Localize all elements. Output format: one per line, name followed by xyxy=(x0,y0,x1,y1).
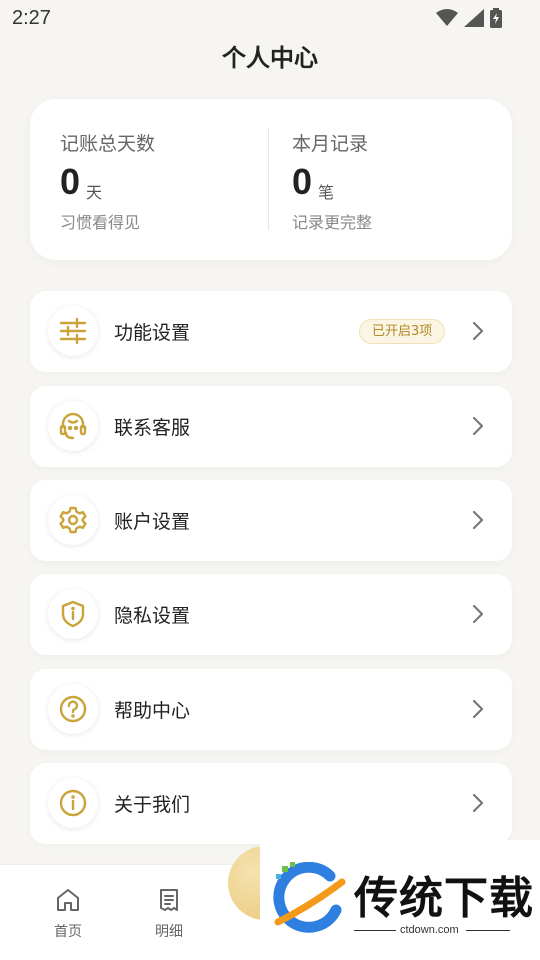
stats-card: 记账总天数 0 天 习惯看得见 本月记录 0 笔 记录更完整 xyxy=(30,99,512,260)
chevron-right-icon xyxy=(472,793,484,813)
wifi-icon xyxy=(436,9,458,26)
menu-label: 功能设置 xyxy=(114,322,191,344)
chevron-right-icon xyxy=(472,699,484,719)
menu-item-account-settings[interactable]: 账户设置 xyxy=(30,480,512,561)
total-days-value: 0 xyxy=(60,161,81,202)
chevron-right-icon xyxy=(472,604,484,624)
menu-label: 帮助中心 xyxy=(114,700,191,722)
menu-item-feature-settings[interactable]: 功能设置 已开启3项 xyxy=(30,291,512,372)
watermark-rule-left xyxy=(354,930,396,931)
tab-label: 明细 xyxy=(155,924,183,940)
chevron-right-icon xyxy=(472,416,484,436)
month-records-value: 0 xyxy=(292,161,313,202)
menu-label: 联系客服 xyxy=(114,417,191,439)
month-records-unit: 笔 xyxy=(318,183,335,202)
menu-item-about-us[interactable]: 关于我们 xyxy=(30,763,512,844)
page-title: 个人中心 xyxy=(222,44,318,72)
watermark-rule-right xyxy=(466,930,510,931)
watermark: 传统下载 ctdown.com xyxy=(260,840,540,960)
shield-icon xyxy=(48,589,98,639)
watermark-logo xyxy=(273,862,346,933)
total-days-sub: 习惯看得见 xyxy=(60,213,141,232)
signal-icon xyxy=(464,9,484,27)
menu-label: 关于我们 xyxy=(114,794,191,816)
total-days-stat: 记账总天数 0 天 习惯看得见 xyxy=(60,99,260,260)
status-badge: 已开启3项 xyxy=(359,319,446,344)
chevron-right-icon xyxy=(472,321,484,341)
month-records-label: 本月记录 xyxy=(292,133,369,155)
headset-icon xyxy=(48,401,98,451)
info-icon xyxy=(48,778,98,828)
watermark-url: ctdown.com xyxy=(400,924,459,936)
sliders-icon xyxy=(48,306,98,356)
month-records-sub: 记录更完整 xyxy=(292,213,373,232)
chevron-right-icon xyxy=(472,510,484,530)
tab-details[interactable]: 明细 xyxy=(139,887,199,941)
tab-home[interactable]: 首页 xyxy=(38,887,98,941)
status-time: 2:27 xyxy=(12,7,51,29)
menu-item-help-center[interactable]: 帮助中心 xyxy=(30,669,512,750)
month-records-stat: 本月记录 0 笔 记录更完整 xyxy=(292,99,492,260)
stats-divider xyxy=(268,128,269,230)
battery-icon xyxy=(490,8,502,28)
tab-label: 首页 xyxy=(54,924,82,940)
status-bar: 2:27 xyxy=(0,0,540,36)
total-days-label: 记账总天数 xyxy=(60,133,156,155)
gear-icon xyxy=(48,495,98,545)
menu-label: 账户设置 xyxy=(114,511,191,533)
total-days-unit: 天 xyxy=(86,183,103,202)
status-icons xyxy=(436,8,502,28)
home-icon xyxy=(57,889,79,911)
help-icon xyxy=(48,684,98,734)
menu-item-customer-service[interactable]: 联系客服 xyxy=(30,386,512,467)
receipt-icon xyxy=(160,889,178,911)
watermark-text: 传统下载 xyxy=(354,873,534,924)
menu-item-privacy-settings[interactable]: 隐私设置 xyxy=(30,574,512,655)
menu-label: 隐私设置 xyxy=(114,605,191,627)
